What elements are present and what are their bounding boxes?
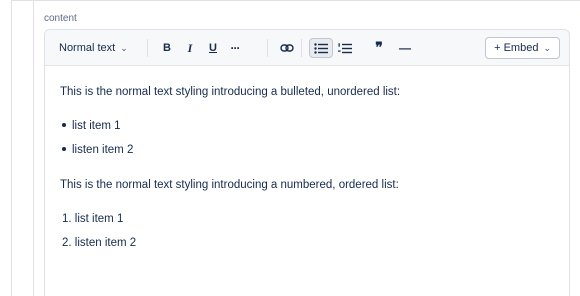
text-style-label: Normal text <box>59 42 116 54</box>
bold-button[interactable]: B <box>157 38 177 58</box>
toolbar-separator <box>267 39 268 57</box>
gutter-divider <box>33 0 34 296</box>
list-item-text: listen item 2 <box>72 144 134 156</box>
numbered-list-icon <box>338 42 352 53</box>
chevron-down-icon: ⌄ <box>543 42 551 53</box>
editor-toolbar: Normal text ⌄ B I U ··· ❞ — + Embed ⌄ <box>45 30 569 66</box>
numbered-list-button[interactable] <box>335 38 355 58</box>
italic-button[interactable]: I <box>180 38 200 58</box>
quote-button[interactable]: ❞ <box>369 38 389 58</box>
underline-button[interactable]: U <box>203 38 223 58</box>
list-item-text: list item 1 <box>72 120 121 132</box>
embed-label: + Embed <box>494 42 539 54</box>
link-icon <box>280 44 294 52</box>
field-label: content <box>44 13 77 24</box>
text-style-dropdown[interactable]: Normal text ⌄ <box>59 38 128 58</box>
rich-text-editor[interactable]: Normal text ⌄ B I U ··· ❞ — + Embed ⌄ Th… <box>44 29 570 296</box>
list-item: list item 1 <box>62 119 121 133</box>
list-item: 2. listen item 2 <box>62 237 137 249</box>
paragraph: This is the normal text styling introduc… <box>60 86 401 98</box>
toolbar-separator <box>147 39 148 57</box>
bulleted-list-button[interactable] <box>309 38 333 58</box>
bullet-icon <box>62 122 66 127</box>
link-button[interactable] <box>277 38 297 58</box>
list-item: listen item 2 <box>62 143 133 157</box>
paragraph: This is the normal text styling introduc… <box>60 179 399 191</box>
chevron-down-icon: ⌄ <box>120 42 128 53</box>
embed-button[interactable]: + Embed ⌄ <box>485 37 560 59</box>
list-item: 1. list item 1 <box>62 213 124 225</box>
bulleted-list-icon <box>314 42 328 54</box>
more-formatting-button[interactable]: ··· <box>225 38 245 58</box>
toolbar-separator <box>301 39 302 57</box>
divider-button[interactable]: — <box>395 38 415 58</box>
bullet-icon <box>62 146 66 151</box>
